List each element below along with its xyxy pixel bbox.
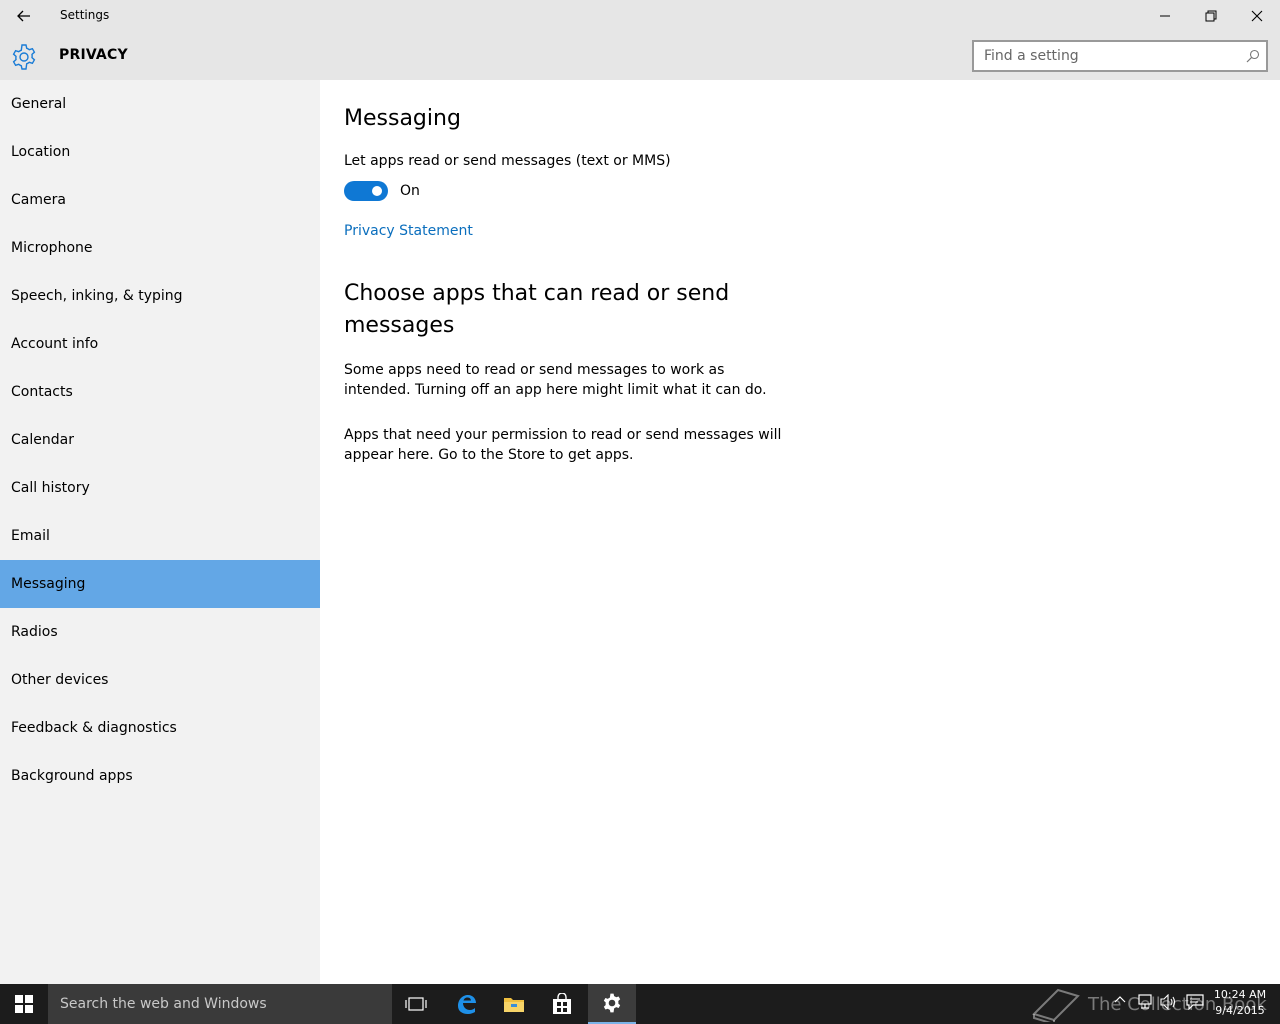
sidebar-item-label: Feedback & diagnostics	[11, 720, 177, 736]
edge-icon	[458, 995, 476, 1014]
page-title: Messaging	[344, 106, 461, 131]
store-icon	[553, 993, 571, 1014]
toggle-knob	[372, 186, 382, 196]
section-heading: Choose apps that can read or send messag…	[344, 281, 730, 338]
close-button[interactable]	[1234, 0, 1280, 32]
sidebar-item-label: Messaging	[11, 576, 86, 592]
windows-logo-icon	[15, 995, 33, 1013]
sidebar-item-label: Contacts	[11, 384, 73, 400]
sidebar-item-label: General	[11, 96, 67, 112]
back-button[interactable]	[0, 0, 48, 32]
sidebar-item-camera[interactable]: Camera	[0, 176, 320, 224]
sidebar-item-speech[interactable]: Speech, inking, & typing	[0, 272, 320, 320]
minimize-button[interactable]	[1142, 0, 1188, 32]
settings-header: PRIVACY	[0, 32, 1280, 80]
clock[interactable]: 10:24 AM 9/4/2015	[1210, 987, 1270, 1019]
privacy-statement-link[interactable]: Privacy Statement	[344, 223, 473, 239]
book-icon	[1032, 988, 1080, 1022]
sidebar-item-general[interactable]: General	[0, 80, 320, 128]
toggle-state-label: On	[400, 183, 420, 199]
sidebar-item-label: Radios	[11, 624, 58, 640]
window-title: Settings	[60, 8, 110, 22]
sidebar-item-contacts[interactable]: Contacts	[0, 368, 320, 416]
sidebar-item-feedback[interactable]: Feedback & diagnostics	[0, 704, 320, 752]
sidebar-item-label: Account info	[11, 336, 99, 352]
start-button[interactable]	[0, 984, 48, 1024]
taskbar: Search the web and Windows The Collectio…	[0, 984, 1280, 1024]
sidebar-item-call-history[interactable]: Call history	[0, 464, 320, 512]
description-text: Some apps need to read or send messages …	[344, 362, 767, 398]
sidebar-item-calendar[interactable]: Calendar	[0, 416, 320, 464]
empty-state-text: Apps that need your permission to read o…	[344, 427, 782, 463]
settings-taskbar-button[interactable]	[588, 984, 636, 1024]
restore-button[interactable]	[1188, 0, 1234, 32]
setting-label: Let apps read or send messages (text or …	[344, 153, 671, 169]
sidebar: General Location Camera Microphone Speec…	[0, 80, 320, 984]
action-center-button[interactable]	[1186, 994, 1204, 1013]
restore-icon	[1205, 10, 1217, 22]
gear-icon	[603, 993, 621, 1013]
clock-date: 9/4/2015	[1215, 1004, 1265, 1017]
sidebar-item-label: Microphone	[11, 240, 93, 256]
section-title: PRIVACY	[59, 47, 128, 63]
sidebar-item-label: Speech, inking, & typing	[11, 288, 183, 304]
gear-icon	[12, 44, 36, 70]
sidebar-item-radios[interactable]: Radios	[0, 608, 320, 656]
taskbar-search-placeholder: Search the web and Windows	[60, 996, 267, 1012]
volume-button[interactable]	[1160, 993, 1178, 1013]
store-button[interactable]	[538, 984, 586, 1024]
search-icon[interactable]	[1246, 49, 1260, 63]
network-button[interactable]	[1136, 994, 1154, 1013]
task-view-icon	[405, 997, 427, 1011]
edge-button[interactable]	[442, 984, 490, 1024]
search-box[interactable]	[972, 40, 1268, 72]
chevron-up-icon	[1114, 996, 1126, 1003]
sidebar-item-label: Background apps	[11, 768, 133, 784]
main-content: Messaging Let apps read or send messages…	[320, 80, 1280, 984]
search-input[interactable]	[974, 42, 1234, 70]
taskbar-search[interactable]: Search the web and Windows	[48, 984, 392, 1024]
messaging-toggle[interactable]	[344, 181, 388, 201]
arrow-left-icon	[17, 10, 30, 22]
minimize-icon	[1160, 15, 1170, 17]
network-icon	[1138, 994, 1152, 1009]
sidebar-item-label: Location	[11, 144, 71, 160]
sidebar-item-email[interactable]: Email	[0, 512, 320, 560]
folder-icon	[504, 998, 524, 1012]
sidebar-item-other-devices[interactable]: Other devices	[0, 656, 320, 704]
file-explorer-button[interactable]	[490, 984, 538, 1024]
task-view-button[interactable]	[392, 984, 440, 1024]
sidebar-item-label: Calendar	[11, 432, 74, 448]
show-hidden-icons-button[interactable]	[1114, 994, 1126, 1009]
sidebar-item-label: Call history	[11, 480, 90, 496]
sidebar-item-microphone[interactable]: Microphone	[0, 224, 320, 272]
sidebar-item-label: Camera	[11, 192, 66, 208]
notification-icon	[1186, 994, 1204, 1011]
close-icon	[1251, 10, 1263, 22]
sidebar-item-background-apps[interactable]: Background apps	[0, 752, 320, 800]
sidebar-item-label: Other devices	[11, 672, 109, 688]
sidebar-item-location[interactable]: Location	[0, 128, 320, 176]
sidebar-item-messaging[interactable]: Messaging	[0, 560, 320, 608]
sidebar-item-label: Email	[11, 528, 50, 544]
volume-icon	[1160, 993, 1176, 1011]
title-bar: Settings	[0, 0, 1280, 32]
sidebar-item-account-info[interactable]: Account info	[0, 320, 320, 368]
clock-time: 10:24 AM	[1213, 988, 1267, 1001]
